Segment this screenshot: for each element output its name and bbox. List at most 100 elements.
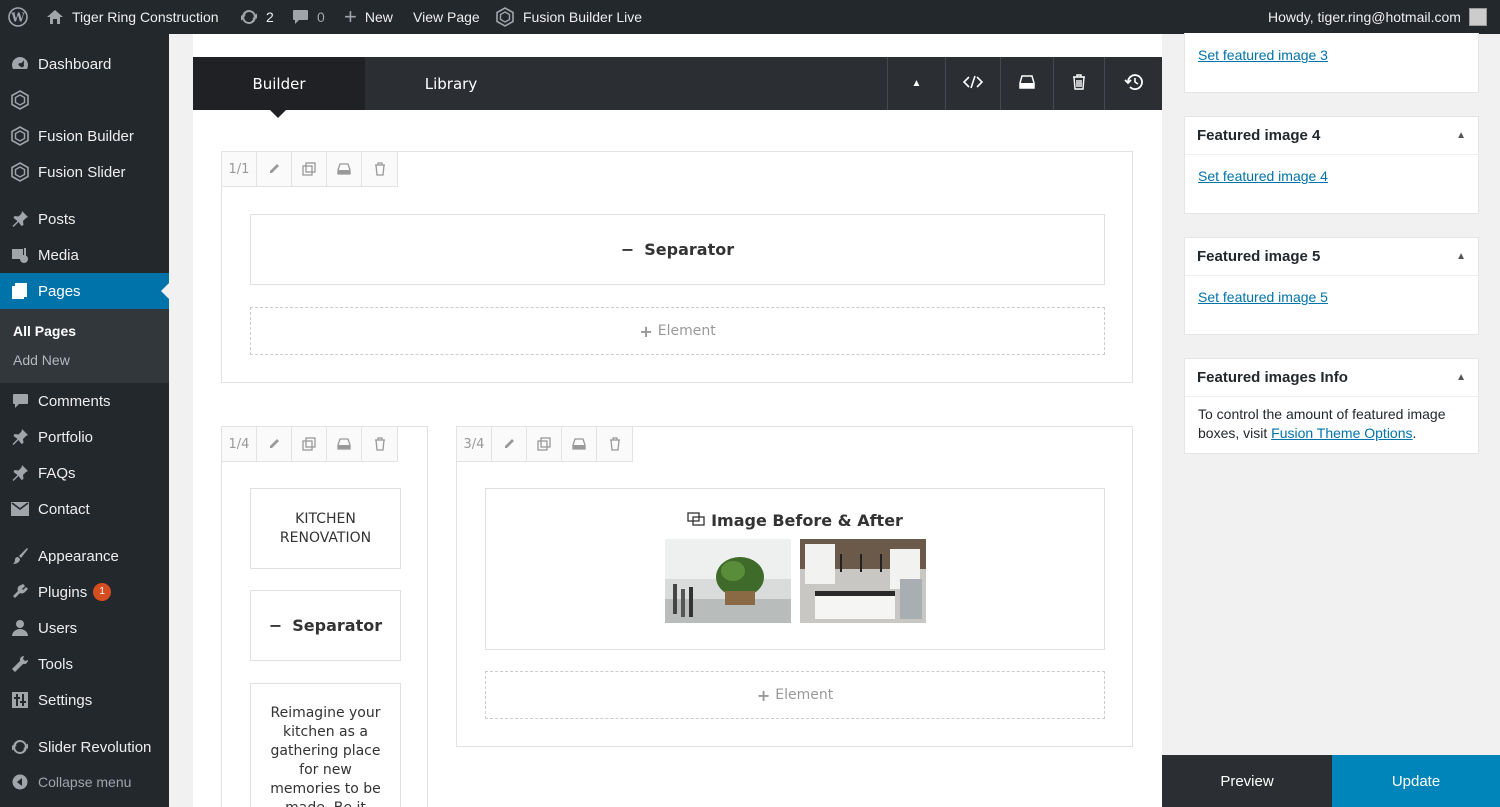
tab-builder[interactable]: Builder: [193, 57, 365, 118]
column-size-label[interactable]: 3/4: [457, 427, 492, 461]
menu-faqs[interactable]: FAQs: [0, 455, 169, 491]
menu-comments[interactable]: Comments: [0, 383, 169, 419]
menu-label: Media: [38, 246, 79, 264]
content-gutter: [169, 34, 193, 807]
text-element-reimagine[interactable]: Reimagine your kitchen as a gathering pl…: [250, 683, 401, 807]
info-period: .: [1412, 425, 1417, 441]
caret-up-icon[interactable]: ▲: [1456, 130, 1466, 141]
media-icon: [0, 246, 38, 264]
delete-all-button[interactable]: [1053, 57, 1104, 110]
separator-element[interactable]: − Separator: [250, 590, 401, 661]
menu-media[interactable]: Media: [0, 237, 169, 273]
featured-image-5-header[interactable]: Featured image 5 ▲: [1185, 238, 1478, 276]
set-featured-image-4-link[interactable]: Set featured image 4: [1198, 168, 1328, 184]
menu-tools[interactable]: Tools: [0, 646, 169, 682]
submenu-add-new[interactable]: Add New: [13, 352, 70, 368]
menu-users[interactable]: Users: [0, 610, 169, 646]
new-label: New: [364, 9, 393, 25]
featured-images-info-box: Featured images Info ▲ To control the am…: [1184, 358, 1479, 454]
separator-element[interactable]: − Separator: [250, 214, 1105, 285]
caret-up-icon[interactable]: ▲: [1456, 372, 1466, 383]
comments-link[interactable]: 0: [292, 0, 325, 34]
add-element-button[interactable]: + Element: [250, 307, 1105, 355]
add-element-button[interactable]: + Element: [485, 671, 1105, 719]
fusion-builder-live-link[interactable]: Fusion Builder Live: [495, 0, 642, 34]
image-before-after-element[interactable]: Image Before & After: [485, 488, 1105, 650]
wordpress-logo-icon[interactable]: W: [8, 0, 28, 34]
edit-icon[interactable]: [492, 427, 527, 461]
site-name-link[interactable]: Tiger Ring Construction: [46, 0, 219, 34]
collapse-builder-button[interactable]: ▲: [887, 57, 945, 110]
set-featured-image-3-link[interactable]: Set featured image 3: [1198, 47, 1328, 63]
fusion-theme-options-link[interactable]: Fusion Theme Options: [1271, 425, 1412, 441]
menu-label: Dashboard: [38, 55, 112, 73]
before-after-icon: [687, 511, 711, 530]
set-featured-image-5-link[interactable]: Set featured image 5: [1198, 289, 1328, 305]
featured-image-5-title: Featured image 5: [1197, 248, 1321, 265]
trash-icon[interactable]: [362, 152, 397, 186]
trash-icon[interactable]: [362, 427, 397, 461]
admin-menu: Dashboard Fusion Builder Fusion Slider P…: [0, 34, 169, 807]
featured-image-4-box: Featured image 4 ▲ Set featured image 4: [1184, 116, 1479, 214]
column-size-label[interactable]: 1/4: [222, 427, 257, 461]
updates-link[interactable]: 2: [240, 0, 274, 34]
featured-image-4-header[interactable]: Featured image 4 ▲: [1185, 117, 1478, 155]
menu-label: Pages: [38, 282, 81, 300]
featured-image-5-box: Featured image 5 ▲ Set featured image 5: [1184, 237, 1479, 335]
envelope-icon: [0, 502, 38, 516]
menu-fusion-icon-only[interactable]: [0, 82, 169, 118]
clone-icon[interactable]: [292, 427, 327, 461]
site-name: Tiger Ring Construction: [72, 9, 219, 25]
collapse-arrow-icon: [0, 774, 38, 790]
menu-label: Portfolio: [38, 428, 94, 446]
caret-up-icon[interactable]: ▲: [1456, 251, 1466, 262]
drive-icon[interactable]: [562, 427, 597, 461]
edit-icon[interactable]: [257, 427, 292, 461]
view-page-link[interactable]: View Page: [413, 0, 480, 34]
drive-icon[interactable]: [327, 152, 362, 186]
menu-appearance[interactable]: Appearance: [0, 538, 169, 574]
menu-posts[interactable]: Posts: [0, 201, 169, 237]
menu-settings[interactable]: Settings: [0, 682, 169, 718]
history-icon: [1123, 73, 1144, 94]
menu-portfolio[interactable]: Portfolio: [0, 419, 169, 455]
text-element-kitchen[interactable]: KITCHEN RENOVATION: [250, 488, 401, 569]
admin-bar: W Tiger Ring Construction 2 0 + New View…: [0, 0, 1500, 34]
kitchen-renovation-text: KITCHEN RENOVATION: [279, 510, 372, 546]
menu-fusion-builder[interactable]: Fusion Builder: [0, 118, 169, 154]
drive-icon[interactable]: [327, 427, 362, 461]
code-view-button[interactable]: [945, 57, 1000, 110]
my-account-link[interactable]: Howdy, tiger.ring@hotmail.com: [1268, 0, 1487, 34]
preview-button[interactable]: Preview: [1162, 755, 1332, 807]
tab-library[interactable]: Library: [365, 57, 537, 110]
menu-fusion-slider[interactable]: Fusion Slider: [0, 154, 169, 190]
submenu-all-pages[interactable]: All Pages: [13, 323, 76, 339]
trash-icon[interactable]: [597, 427, 632, 461]
user-icon: [0, 619, 38, 637]
menu-contact[interactable]: Contact: [0, 491, 169, 527]
settings-sliders-icon: [0, 691, 38, 709]
menu-dashboard[interactable]: Dashboard: [0, 46, 169, 82]
menu-label: Tools: [38, 655, 74, 673]
clone-icon[interactable]: [292, 152, 327, 186]
collapse-menu-button[interactable]: Collapse menu: [0, 764, 169, 800]
pushpin-icon: [0, 464, 38, 482]
menu-pages[interactable]: Pages: [0, 273, 169, 309]
pages-submenu: All Pages Add New: [0, 309, 169, 383]
column-controls: 1/1: [222, 152, 398, 187]
featured-image-3-box: Set featured image 3: [1184, 33, 1479, 93]
menu-label: FAQs: [38, 464, 76, 482]
update-button[interactable]: Update: [1332, 755, 1500, 807]
fusion-logo-icon: [495, 7, 515, 27]
comments-count: 0: [317, 9, 325, 25]
menu-slider-revolution[interactable]: Slider Revolution: [0, 729, 169, 765]
save-template-button[interactable]: [1000, 57, 1053, 110]
clone-icon[interactable]: [527, 427, 562, 461]
edit-icon[interactable]: [257, 152, 292, 186]
column-size-label[interactable]: 1/1: [222, 152, 257, 186]
featured-images-info-header[interactable]: Featured images Info ▲: [1185, 359, 1478, 397]
history-button[interactable]: [1104, 57, 1162, 110]
comment-icon: [0, 393, 38, 409]
new-content-link[interactable]: + New: [344, 0, 393, 34]
menu-plugins[interactable]: Plugins 1: [0, 574, 169, 610]
